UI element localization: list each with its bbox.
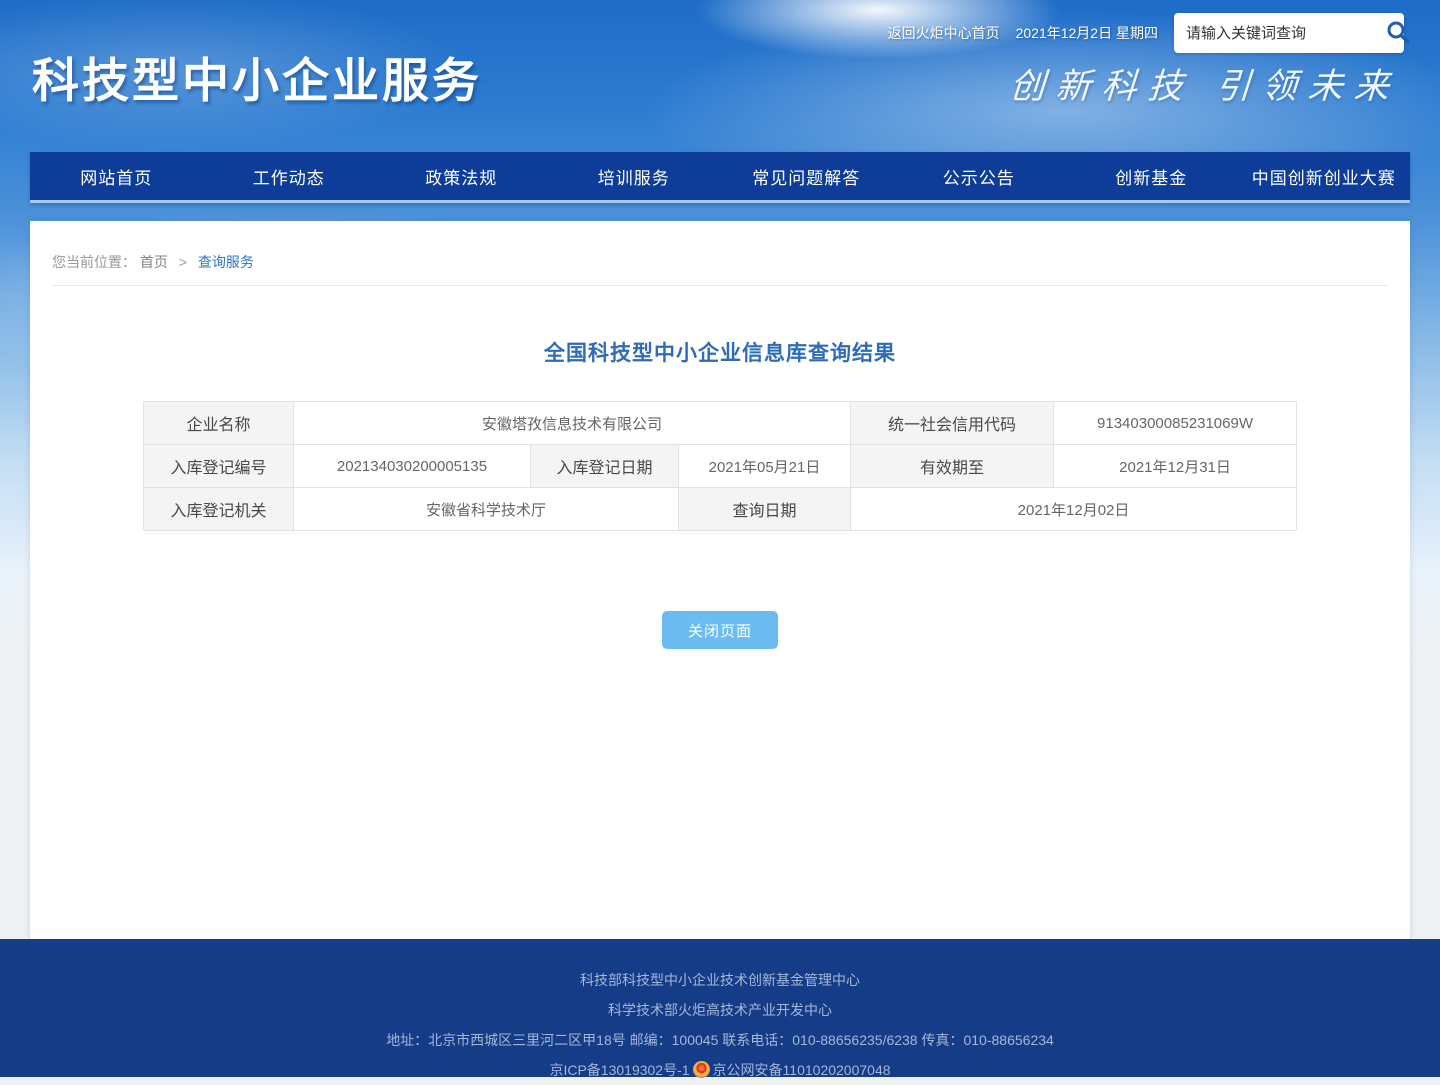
search-button[interactable] — [1385, 18, 1411, 48]
nav-item-fund[interactable]: 创新基金 — [1065, 152, 1238, 200]
table-row: 入库登记机关 安徽省科学技术厅 查询日期 2021年12月02日 — [143, 488, 1296, 531]
footer-org-line2: 科学技术部火炬高技术产业开发中心 — [0, 995, 1440, 1025]
footer-icp-line: 京ICP备13019302号-1 京公网安备11010202007048 — [0, 1055, 1440, 1085]
main-nav: 网站首页 工作动态 政策法规 培训服务 常见问题解答 公示公告 创新基金 中国创… — [30, 152, 1410, 203]
reg-org-label: 入库登记机关 — [143, 488, 293, 531]
nav-item-faq[interactable]: 常见问题解答 — [720, 152, 893, 200]
close-page-button[interactable]: 关闭页面 — [662, 611, 778, 649]
credit-code-value: 91340300085231069W — [1054, 402, 1297, 445]
nav-item-news[interactable]: 工作动态 — [203, 152, 376, 200]
police-badge-icon — [693, 1061, 710, 1078]
nav-item-competition[interactable]: 中国创新创业大赛 — [1238, 152, 1411, 200]
reg-date-label: 入库登记日期 — [530, 445, 678, 488]
breadcrumb-separator: > — [179, 254, 187, 270]
nav-item-notices[interactable]: 公示公告 — [893, 152, 1066, 200]
reg-no-label: 入库登记编号 — [143, 445, 293, 488]
nav-item-policy[interactable]: 政策法规 — [375, 152, 548, 200]
search-box — [1174, 13, 1404, 53]
search-icon — [1385, 19, 1411, 48]
table-row: 入库登记编号 202134030200005135 入库登记日期 2021年05… — [143, 445, 1296, 488]
breadcrumb: 您当前位置： 首页 > 查询服务 — [52, 221, 1388, 286]
current-date: 2021年12月2日 星期四 — [1016, 23, 1158, 43]
table-row: 企业名称 安徽塔孜信息技术有限公司 统一社会信用代码 9134030008523… — [143, 402, 1296, 445]
site-logo: 科技型中小企业服务 — [32, 42, 482, 111]
footer-contact-line: 地址：北京市西城区三里河二区甲18号 邮编：100045 联系电话：010-88… — [0, 1025, 1440, 1055]
search-input[interactable] — [1186, 25, 1385, 42]
breadcrumb-home-link[interactable]: 首页 — [140, 254, 168, 270]
breadcrumb-current-link[interactable]: 查询服务 — [198, 254, 254, 270]
company-name-value: 安徽塔孜信息技术有限公司 — [293, 402, 850, 445]
slogan-text: 创新科技 引领未来 — [1008, 58, 1402, 109]
topbar: 返回火炬中心首页 2021年12月2日 星期四 — [888, 13, 1404, 53]
valid-until-value: 2021年12月31日 — [1054, 445, 1297, 488]
query-date-label: 查询日期 — [678, 488, 850, 531]
credit-code-label: 统一社会信用代码 — [851, 402, 1054, 445]
reg-org-value: 安徽省科学技术厅 — [293, 488, 678, 531]
nav-item-training[interactable]: 培训服务 — [548, 152, 721, 200]
reg-no-value: 202134030200005135 — [293, 445, 530, 488]
footer-org-line1: 科技部科技型中小企业技术创新基金管理中心 — [0, 965, 1440, 995]
page-title: 全国科技型中小企业信息库查询结果 — [30, 337, 1410, 367]
query-date-value: 2021年12月02日 — [851, 488, 1297, 531]
reg-date-value: 2021年05月21日 — [678, 445, 850, 488]
torch-center-home-link[interactable]: 返回火炬中心首页 — [888, 23, 1000, 43]
company-name-label: 企业名称 — [143, 402, 293, 445]
icp-record-link[interactable]: 京ICP备13019302号-1 — [549, 1062, 689, 1078]
breadcrumb-prefix: 您当前位置： — [52, 254, 136, 270]
page-footer: 科技部科技型中小企业技术创新基金管理中心 科学技术部火炬高技术产业开发中心 地址… — [0, 939, 1440, 1077]
police-record-link[interactable]: 京公网安备11010202007048 — [713, 1062, 891, 1078]
query-result-table: 企业名称 安徽塔孜信息技术有限公司 统一社会信用代码 9134030008523… — [143, 401, 1297, 531]
nav-item-home[interactable]: 网站首页 — [30, 152, 203, 200]
valid-until-label: 有效期至 — [851, 445, 1054, 488]
